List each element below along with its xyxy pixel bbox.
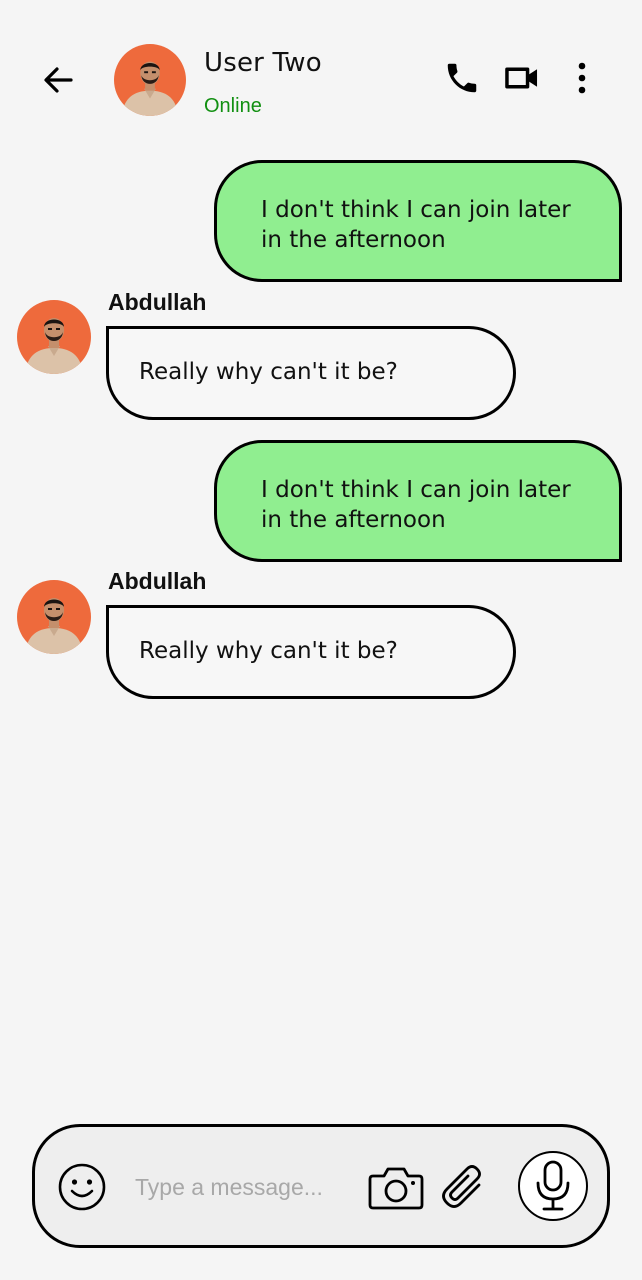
camera-button[interactable] [367,1163,425,1213]
incoming-message-bubble[interactable]: Really why can't it be? [106,605,516,699]
message-text: Really why can't it be? [139,359,398,385]
more-vertical-icon [578,62,586,94]
video-call-button[interactable] [502,58,542,98]
smiley-icon [58,1163,106,1211]
sender-name: Abdullah [108,568,207,594]
incoming-message-bubble[interactable]: Really why can't it be? [106,326,516,420]
more-options-button[interactable] [562,58,602,98]
contact-status: Online [204,95,262,117]
outgoing-message-bubble[interactable]: I don't think I can join later in the af… [214,440,622,562]
microphone-icon [536,1160,570,1211]
message-text: I don't think I can join later in the af… [261,477,571,533]
call-button[interactable] [442,58,482,98]
contact-name: User Two [204,48,322,78]
sender-name: Abdullah [108,289,207,315]
header-actions [442,58,602,98]
message-text: Really why can't it be? [139,638,398,664]
attach-button[interactable] [435,1161,491,1217]
camera-icon [368,1167,424,1210]
video-camera-icon [505,67,538,89]
message-composer [32,1124,610,1248]
outgoing-message-bubble[interactable]: I don't think I can join later in the af… [214,160,622,282]
paperclip-icon [442,1165,481,1208]
voice-record-button[interactable] [518,1151,588,1221]
emoji-button[interactable] [57,1162,107,1212]
arrow-left-icon [44,67,73,93]
back-button[interactable] [38,60,78,100]
message-input[interactable] [135,1169,355,1205]
sender-avatar[interactable] [17,300,91,374]
sender-avatar[interactable] [17,580,91,654]
message-text: I don't think I can join later in the af… [261,197,571,253]
contact-avatar[interactable] [114,44,186,116]
phone-icon [447,63,477,93]
